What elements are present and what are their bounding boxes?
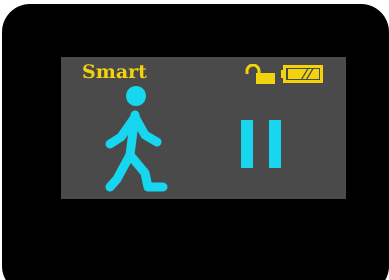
page: Smart bbox=[0, 0, 389, 280]
pause-bar-left bbox=[241, 120, 253, 168]
battery-fill bbox=[288, 69, 319, 79]
pause-bar-right bbox=[269, 120, 281, 168]
device-screen: Smart bbox=[61, 57, 346, 199]
pause-icon[interactable] bbox=[241, 120, 281, 168]
walking-person-icon bbox=[105, 86, 168, 192]
battery-icon bbox=[281, 65, 323, 83]
unlocked-padlock-icon bbox=[245, 64, 275, 84]
device-body: Smart bbox=[2, 4, 389, 280]
mode-label: Smart bbox=[82, 61, 147, 83]
status-bar bbox=[243, 64, 323, 84]
